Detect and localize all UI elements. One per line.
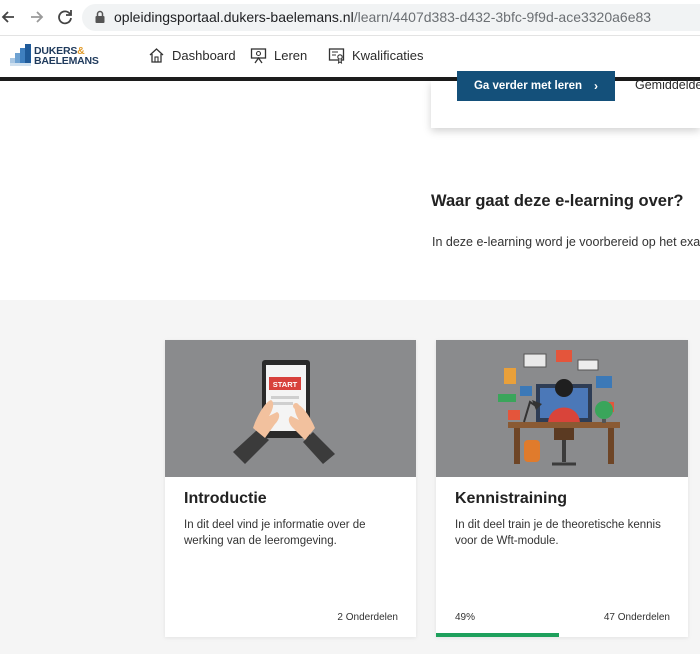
logo-line2: BAELEMANS <box>34 55 99 67</box>
continue-learning-button[interactable]: Ga verder met leren › <box>457 71 615 101</box>
chevron-right-icon: › <box>594 79 599 93</box>
module-card-kennistraining[interactable]: Kennistraining In dit deel train je de t… <box>436 340 688 637</box>
module-image: START <box>165 340 416 477</box>
tablet-start-illustration: START <box>233 360 335 464</box>
nav-leren-label: Leren <box>274 47 308 63</box>
url-text[interactable]: opleidingsportaal.dukers-baelemans.nl/le… <box>114 9 651 25</box>
module-card-introductie[interactable]: START Introductie In dit deel vind je in… <box>165 340 416 637</box>
nav-kwalificaties-label: Kwalificaties <box>352 47 424 63</box>
module-description: In dit deel vind je informatie over de w… <box>184 519 366 547</box>
logo-text: DUKERS& BAELEMANS <box>34 46 99 67</box>
average-label: Gemiddelde <box>635 78 700 92</box>
module-description: In dit deel train je de theoretische ken… <box>455 519 661 547</box>
module-progress-bar <box>436 633 688 637</box>
nav-leren[interactable]: Leren <box>250 45 307 65</box>
about-title: Waar gaat deze e-learning over? <box>431 192 684 210</box>
url-host: opleidingsportaal.dukers-baelemans.nl <box>114 9 354 25</box>
module-progress-percent: 49% <box>455 612 476 623</box>
nav-kwalificaties[interactable]: Kwalificaties <box>328 45 424 65</box>
certificate-icon <box>328 47 345 64</box>
module-parts-count: 47 Onderdelen <box>603 612 670 623</box>
back-icon[interactable] <box>0 8 18 26</box>
about-text: In deze e-learning word je voorbereid op… <box>432 235 700 249</box>
nav-dashboard[interactable]: Dashboard <box>148 45 236 65</box>
nav-dashboard-label: Dashboard <box>172 47 236 63</box>
reload-icon[interactable] <box>56 8 74 26</box>
url-path: /learn/4407d383-d432-3bfc-9f9d-ace3320a6… <box>353 9 652 25</box>
module-parts-count: 2 Onderdelen <box>337 612 398 623</box>
lock-icon <box>95 10 105 23</box>
student-desk-illustration <box>498 350 620 466</box>
module-title: Kennistraining <box>455 490 568 507</box>
module-image <box>436 340 688 477</box>
forward-icon[interactable] <box>28 8 46 26</box>
presentation-icon <box>250 47 267 63</box>
continue-learning-label: Ga verder met leren <box>473 80 583 92</box>
module-title: Introductie <box>184 490 267 507</box>
module-progress-fill <box>436 633 560 637</box>
browser-toolbar: opleidingsportaal.dukers-baelemans.nl/le… <box>0 0 700 36</box>
start-label: START <box>273 380 298 389</box>
home-icon <box>149 47 164 63</box>
